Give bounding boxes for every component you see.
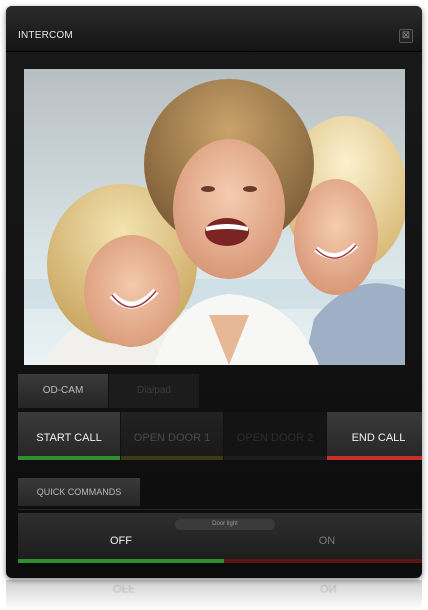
camera-video-feed [24,69,405,365]
reflection-on-text: ON [320,582,337,594]
open-door-2-label: OPEN DOOR 2 [236,432,314,444]
open-door-2-button[interactable]: OPEN DOOR 2 [224,412,326,460]
door-light-toggle: OFF ON Door light [18,513,422,563]
intercom-window: INTERCOM ⊠ OD-CAM Dialpad START CALL OPE… [6,6,422,578]
start-call-indicator [18,456,120,460]
title-bar: INTERCOM ⊠ [6,6,422,52]
camera-image [24,69,405,365]
start-call-button[interactable]: START CALL [18,412,120,460]
end-call-label: END CALL [351,432,406,444]
quick-commands-button[interactable]: QUICK COMMANDS [18,478,140,506]
window-reflection: OFF ON [6,580,422,610]
end-call-button[interactable]: END CALL [327,412,422,460]
end-call-indicator [327,456,422,460]
door-light-off-indicator [18,559,224,563]
tab-od-cam[interactable]: OD-CAM [18,374,108,408]
open-door-1-indicator [121,456,223,460]
open-door-1-button[interactable]: OPEN DOOR 1 [121,412,223,460]
door-light-on-label: ON [318,535,336,547]
tab-dialpad[interactable]: Dialpad [109,374,199,408]
door-light-off-label: OFF [110,535,132,547]
open-door-2-indicator [224,456,326,460]
door-light-on-indicator [224,559,422,563]
door-light-label: Door light [175,519,275,530]
reflection-off-text: OFF [113,582,135,594]
open-door-1-label: OPEN DOOR 1 [133,432,211,444]
quick-commands-strip: QUICK COMMANDS [18,476,422,510]
window-title: INTERCOM [18,30,73,41]
call-controls: START CALL OPEN DOOR 1 OPEN DOOR 2 END C… [18,412,422,460]
start-call-label: START CALL [36,432,102,444]
close-icon[interactable]: ⊠ [399,29,413,43]
